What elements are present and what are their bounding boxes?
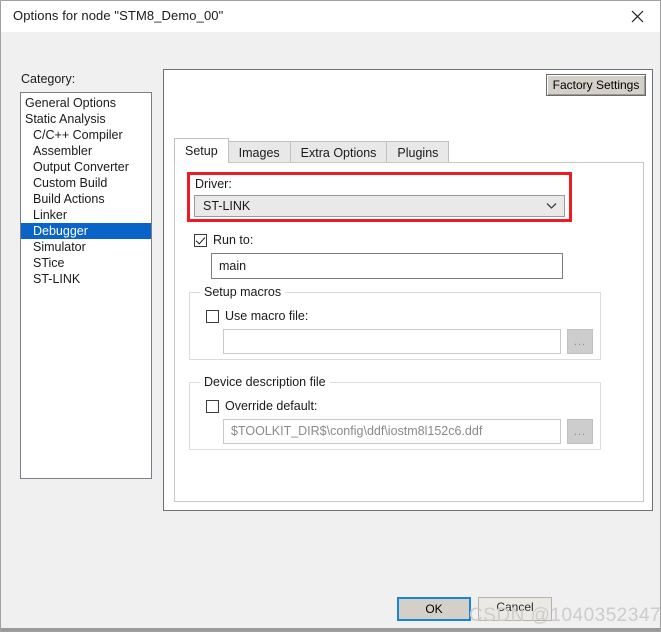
category-item-linker[interactable]: Linker [21,207,151,223]
macro-file-browse-button[interactable]: ... [567,329,593,354]
category-item-assembler[interactable]: Assembler [21,143,151,159]
category-item-custom-build[interactable]: Custom Build [21,175,151,191]
use-macro-file-label: Use macro file: [225,309,309,323]
macro-file-path-row: ... [223,329,593,354]
run-to-row[interactable]: Run to: [194,233,253,247]
device-description-path-row: $TOOLKIT_DIR$\config\ddf\iostm8l152c6.dd… [223,419,593,444]
override-default-row[interactable]: Override default: [206,399,317,413]
driver-selected-value: ST-LINK [203,199,251,213]
category-item-output-converter[interactable]: Output Converter [21,159,151,175]
device-description-group: Device description file Override default… [189,375,601,450]
category-listbox[interactable]: General Options Static Analysis C/C++ Co… [20,92,152,479]
use-macro-file-row[interactable]: Use macro file: [206,309,308,323]
category-item-c-cpp-compiler[interactable]: C/C++ Compiler [21,127,151,143]
tab-plugins[interactable]: Plugins [386,141,450,163]
category-item-st-link[interactable]: ST-LINK [21,271,151,287]
override-default-checkbox[interactable] [206,399,219,413]
tab-images[interactable]: Images [227,141,291,163]
device-description-browse-button[interactable]: ... [567,419,593,444]
override-default-label: Override default: [225,399,318,413]
category-item-debugger[interactable]: Debugger [21,223,151,239]
setup-macros-title: Setup macros [200,285,286,299]
title-bar: Options for node "STM8_Demo_00" [1,1,660,32]
setup-macros-group: Setup macros Use macro file: ... [189,285,601,360]
driver-dropdown[interactable]: ST-LINK [194,195,565,217]
options-dialog: Options for node "STM8_Demo_00" Category… [0,0,661,632]
run-to-input[interactable]: main [211,253,563,279]
device-description-title: Device description file [200,375,330,389]
tab-content-setup: Driver: ST-LINK Run to: main Setup macro… [174,162,644,502]
driver-label: Driver: [195,177,232,191]
close-button[interactable] [614,1,660,32]
factory-settings-button[interactable]: Factory Settings [546,74,646,96]
category-item-simulator[interactable]: Simulator [21,239,151,255]
run-to-label: Run to: [213,233,254,247]
ok-button[interactable]: OK [397,597,471,621]
close-icon [631,10,644,23]
run-to-checkbox[interactable] [194,233,207,247]
options-panel: Factory Settings Setup Images Extra Opti… [163,69,653,511]
category-item-general-options[interactable]: General Options [21,95,151,111]
bottom-edge [1,628,660,631]
category-item-build-actions[interactable]: Build Actions [21,191,151,207]
chevron-down-icon [538,202,564,210]
category-label: Category: [21,72,76,86]
use-macro-file-checkbox[interactable] [206,309,219,323]
macro-file-path-input[interactable] [223,329,561,354]
window-title: Options for node "STM8_Demo_00" [13,8,224,23]
tab-strip: Setup Images Extra Options Plugins [174,138,450,163]
category-item-stice[interactable]: STice [21,255,151,271]
tab-setup[interactable]: Setup [174,138,229,163]
tab-extra-options[interactable]: Extra Options [289,141,388,163]
cancel-button[interactable]: Cancel [478,597,552,621]
device-description-path-input[interactable]: $TOOLKIT_DIR$\config\ddf\iostm8l152c6.dd… [223,419,561,444]
category-item-static-analysis[interactable]: Static Analysis [21,111,151,127]
